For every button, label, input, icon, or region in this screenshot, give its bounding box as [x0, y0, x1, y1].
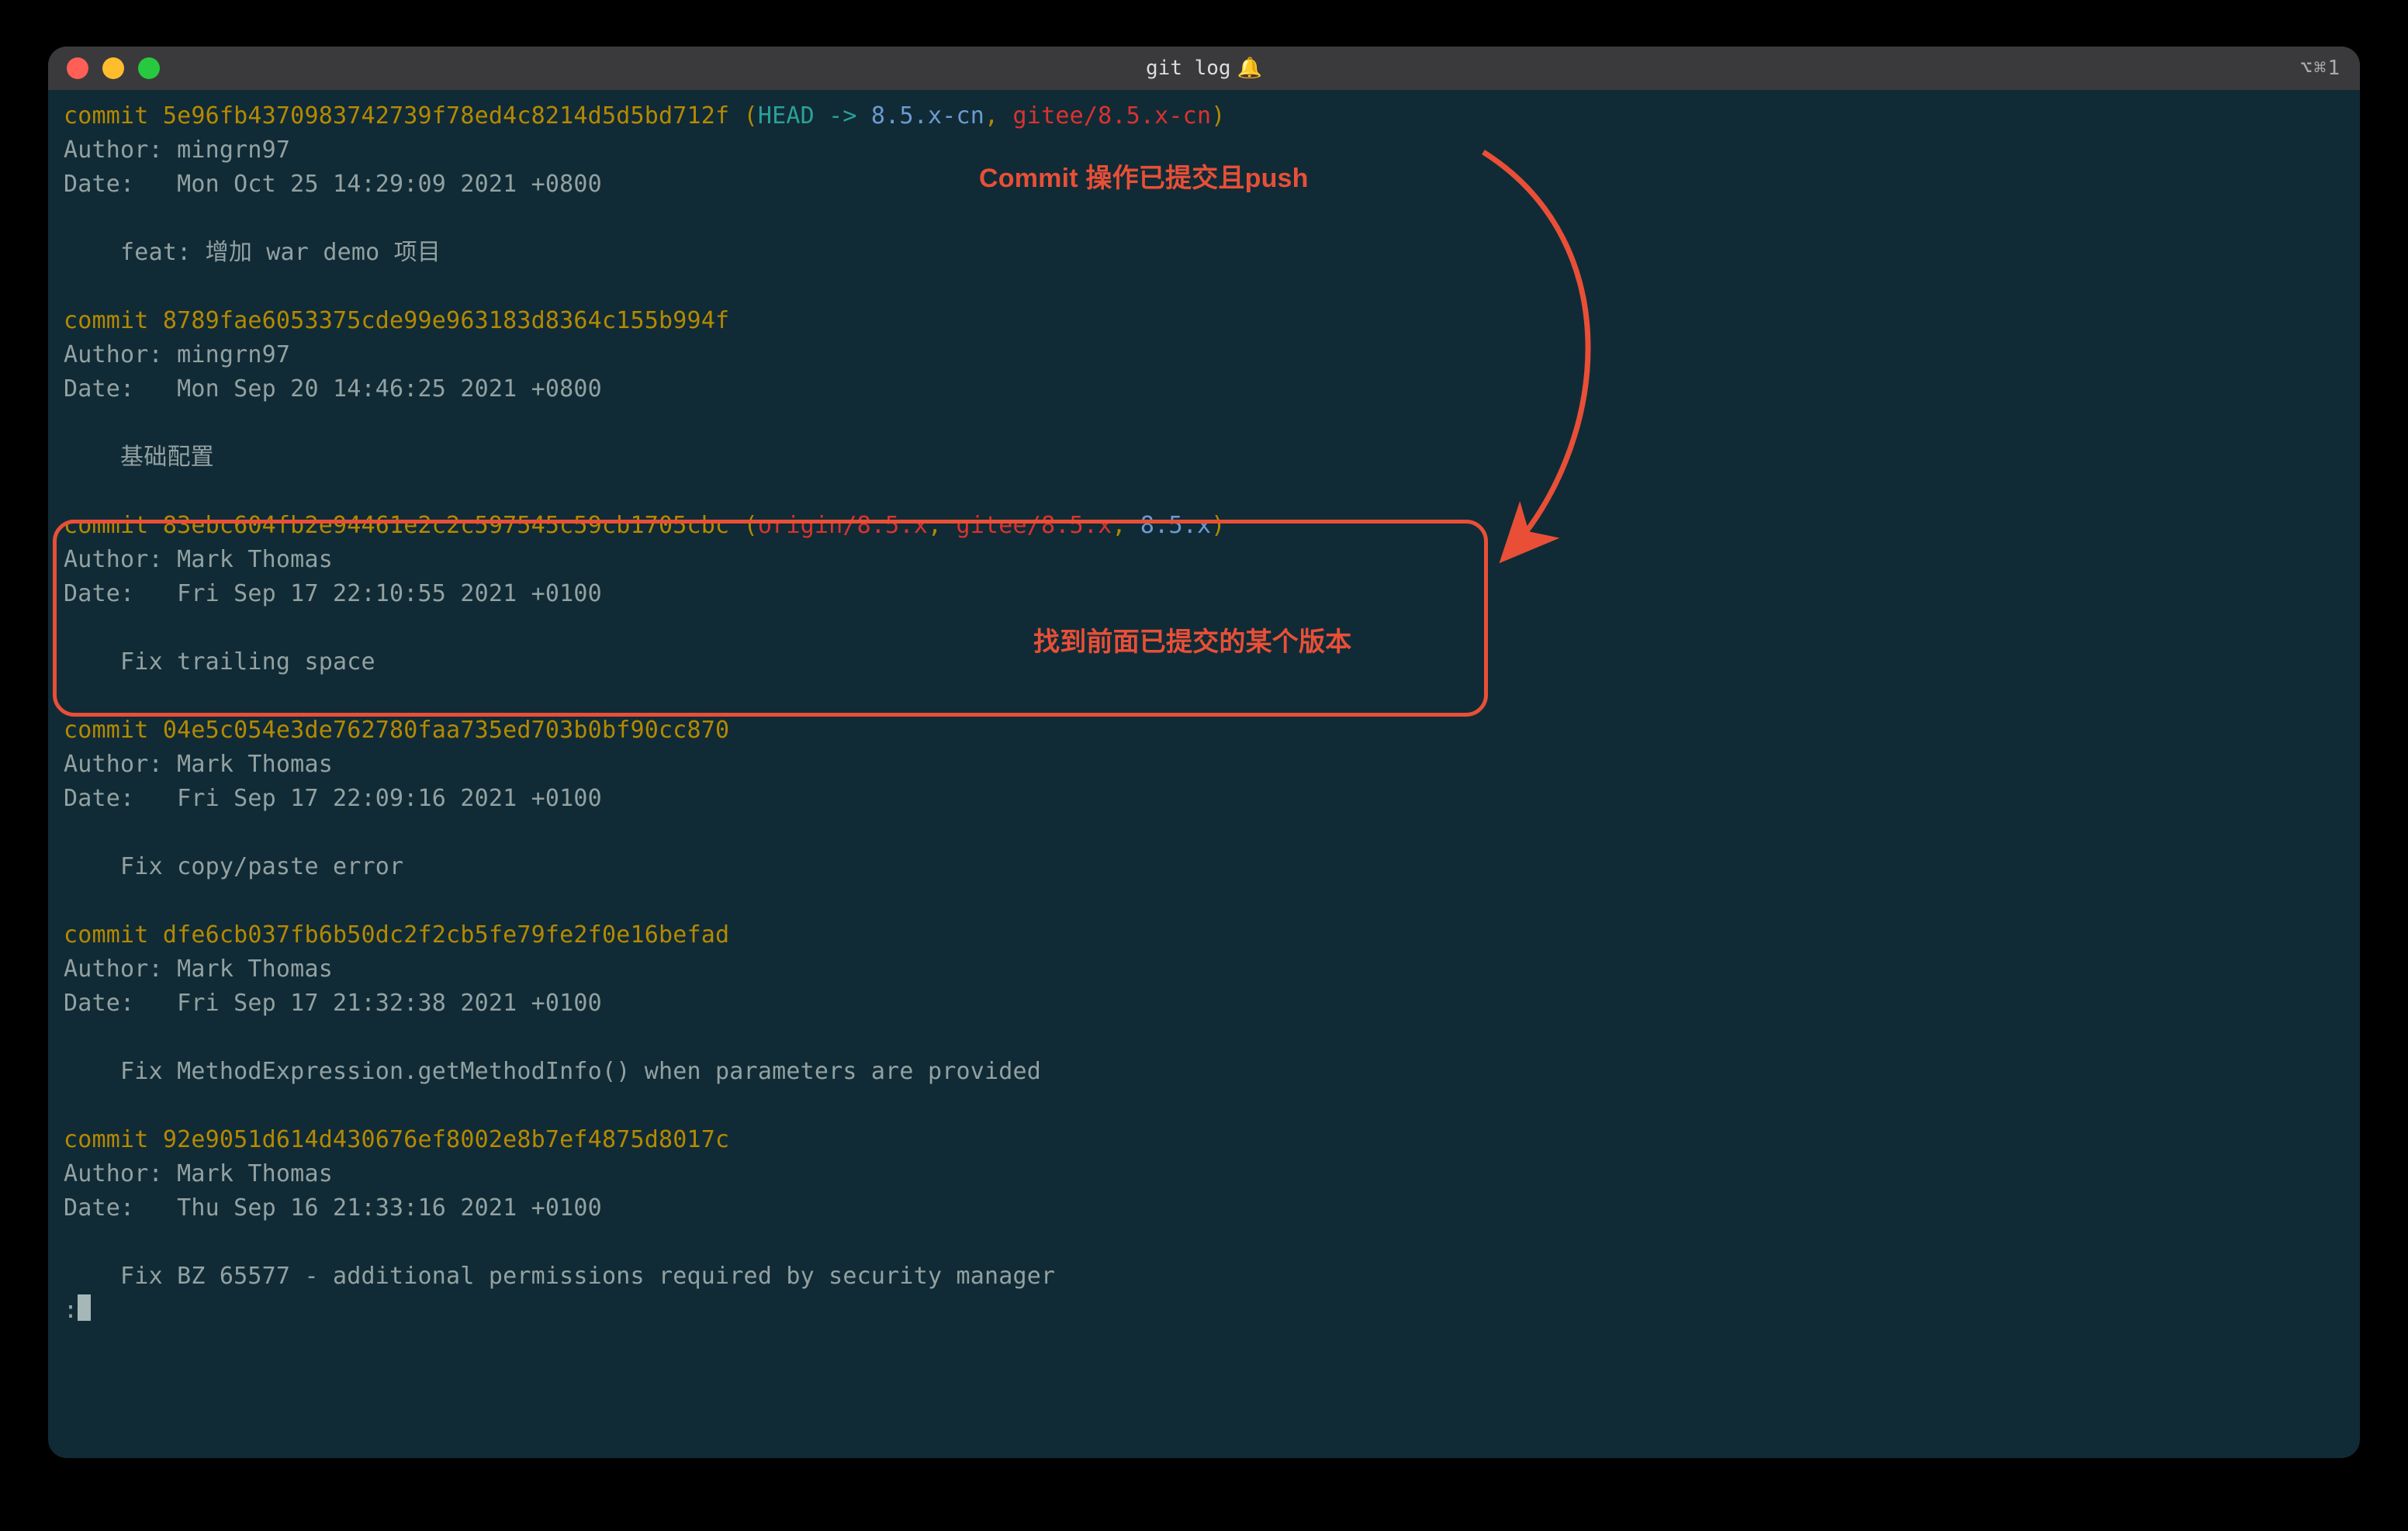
blank-line	[64, 611, 2344, 645]
window-shortcut: ⌥⌘1	[2300, 57, 2341, 80]
commit-line: commit 92e9051d614d430676ef8002e8b7ef487…	[64, 1123, 2344, 1157]
commit-message: feat: 增加 war demo 项目	[64, 236, 2344, 270]
blank-line	[64, 1225, 2344, 1260]
window-title: git log 🔔	[48, 57, 2360, 80]
commit-line: commit 8789fae6053375cde99e963183d8364c1…	[64, 304, 2344, 338]
maximize-icon[interactable]	[138, 57, 160, 79]
title-text: git log	[1146, 57, 1231, 80]
titlebar: git log 🔔 ⌥⌘1	[48, 47, 2360, 90]
close-icon[interactable]	[67, 57, 88, 79]
commit-message: Fix BZ 65577 - additional permissions re…	[64, 1260, 2344, 1294]
date-line: Date: Thu Sep 16 21:33:16 2021 +0100	[64, 1191, 2344, 1225]
commit-line: commit 5e96fb4370983742739f78ed4c8214d5d…	[64, 99, 2344, 133]
commit-line: commit 04e5c054e3de762780faa735ed703b0bf…	[64, 714, 2344, 748]
blank-line	[64, 1021, 2344, 1055]
date-line: Date: Mon Sep 20 14:46:25 2021 +0800	[64, 372, 2344, 406]
date-line: Date: Fri Sep 17 21:32:38 2021 +0100	[64, 987, 2344, 1021]
author-line: Author: mingrn97	[64, 338, 2344, 372]
commit-line: commit dfe6cb037fb6b50dc2f2cb5fe79fe2f0e…	[64, 918, 2344, 952]
blank-line	[64, 679, 2344, 714]
cursor	[78, 1294, 91, 1321]
terminal-viewport[interactable]: commit 5e96fb4370983742739f78ed4c8214d5d…	[48, 90, 2360, 1458]
terminal-window: git log 🔔 ⌥⌘1 commit 5e96fb4370983742739…	[48, 47, 2360, 1458]
author-line: Author: mingrn97	[64, 133, 2344, 168]
author-line: Author: Mark Thomas	[64, 748, 2344, 782]
date-line: Date: Fri Sep 17 22:09:16 2021 +0100	[64, 782, 2344, 816]
blank-line	[64, 202, 2344, 236]
traffic-lights	[67, 57, 160, 79]
commit-message: Fix copy/paste error	[64, 850, 2344, 884]
date-line: Date: Mon Oct 25 14:29:09 2021 +0800	[64, 168, 2344, 202]
minimize-icon[interactable]	[102, 57, 124, 79]
blank-line	[64, 884, 2344, 918]
commit-line: commit 83ebc604fb2e94461e2c2c597545c59cb…	[64, 509, 2344, 543]
author-line: Author: Mark Thomas	[64, 543, 2344, 577]
bell-icon: 🔔	[1237, 57, 1262, 80]
blank-line	[64, 475, 2344, 509]
commit-message: Fix MethodExpression.getMethodInfo() whe…	[64, 1055, 2344, 1089]
commit-message: 基础配置	[64, 441, 2344, 475]
blank-line	[64, 406, 2344, 441]
author-line: Author: Mark Thomas	[64, 952, 2344, 987]
author-line: Author: Mark Thomas	[64, 1157, 2344, 1191]
commit-message: Fix trailing space	[64, 645, 2344, 679]
blank-line	[64, 1089, 2344, 1123]
blank-line	[64, 270, 2344, 304]
blank-line	[64, 816, 2344, 850]
pager-prompt[interactable]: :	[64, 1294, 2344, 1328]
date-line: Date: Fri Sep 17 22:10:55 2021 +0100	[64, 577, 2344, 611]
